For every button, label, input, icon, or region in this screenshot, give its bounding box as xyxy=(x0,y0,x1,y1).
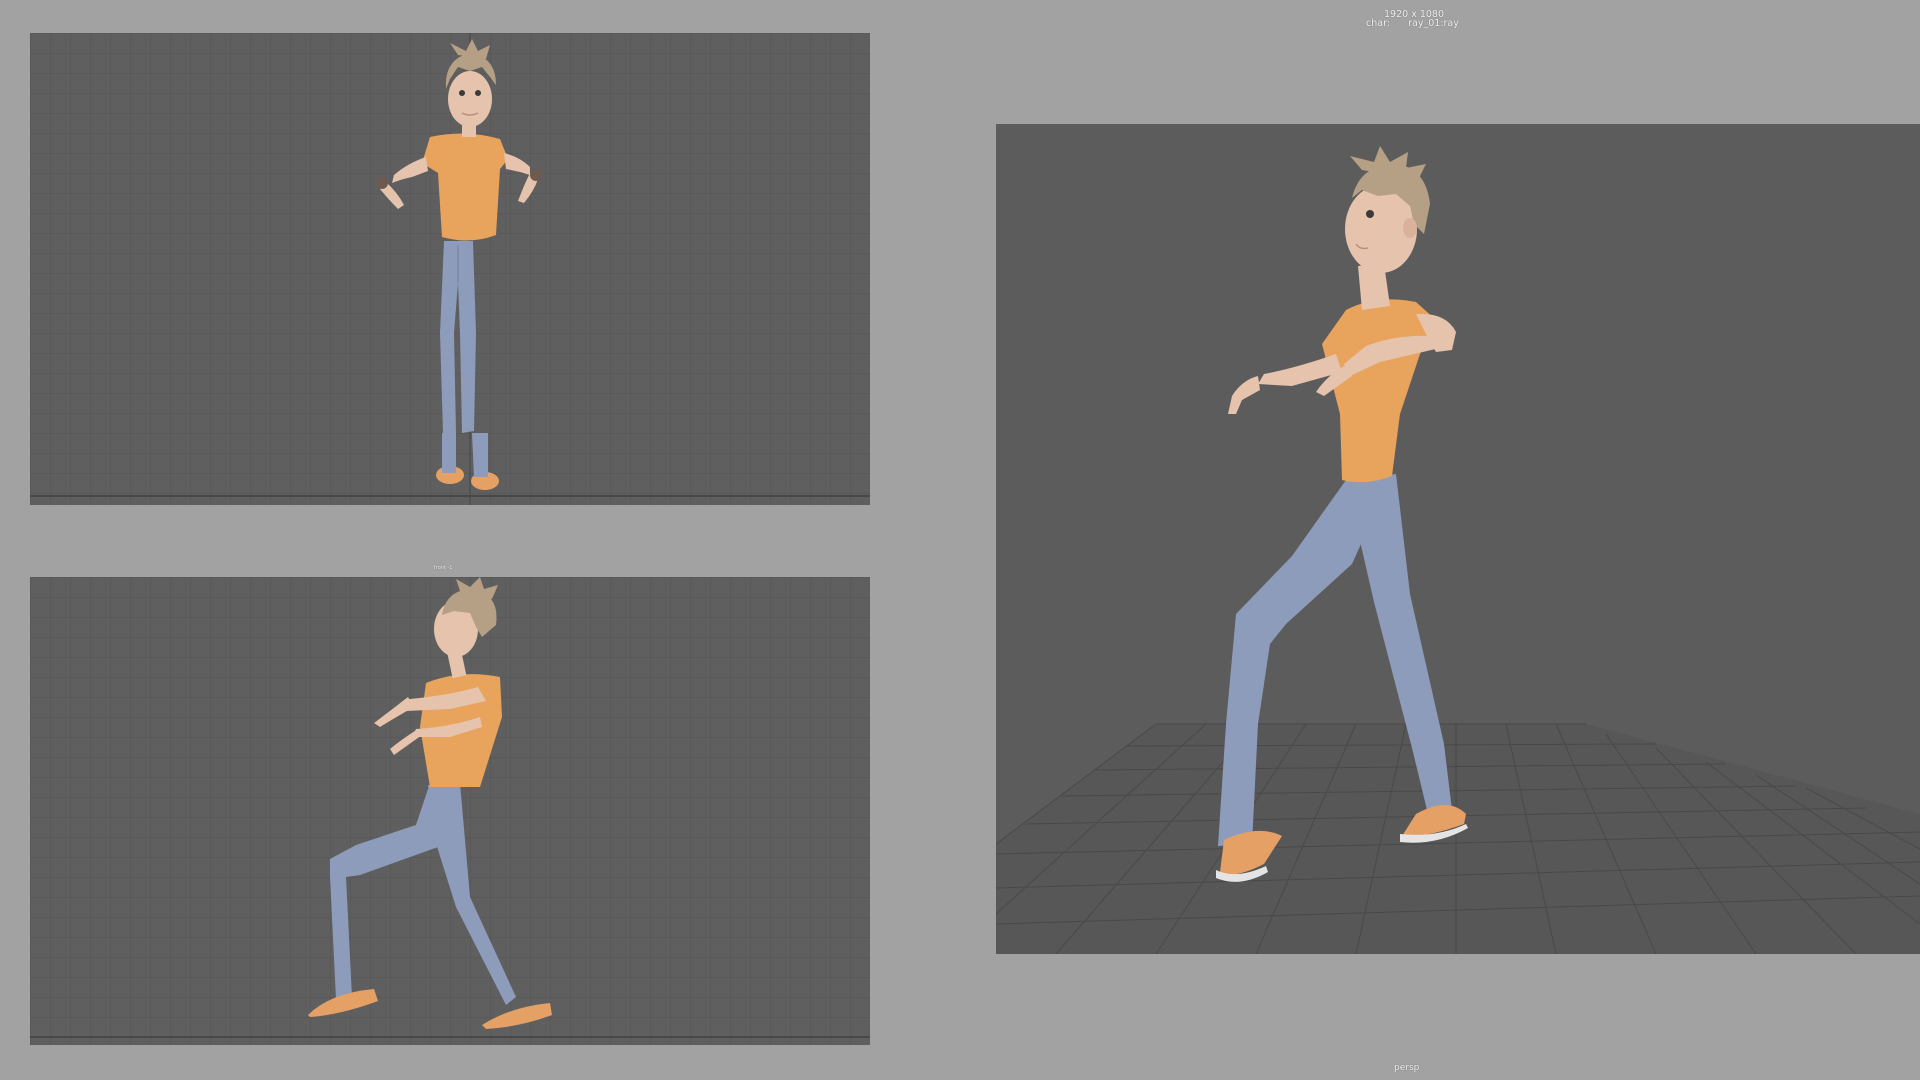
character-readout: char: ray_01:ray xyxy=(1366,18,1459,29)
front-camera-label: front -1 xyxy=(434,565,453,571)
viewport-ortho-side[interactable] xyxy=(30,577,870,1045)
front-view-canvas xyxy=(30,33,870,505)
character-label: char: xyxy=(1366,18,1391,29)
animation-preview-stage: 1920 x 1080 char: ray_01:ray front -1 pe… xyxy=(0,0,1920,1080)
perspective-canvas xyxy=(996,124,1920,954)
side-view-canvas xyxy=(30,577,870,1045)
perspective-camera-label: persp xyxy=(1394,1063,1420,1073)
viewport-perspective[interactable] xyxy=(996,124,1920,954)
viewport-ortho-top[interactable] xyxy=(30,33,870,505)
character-name: ray_01:ray xyxy=(1408,18,1459,29)
